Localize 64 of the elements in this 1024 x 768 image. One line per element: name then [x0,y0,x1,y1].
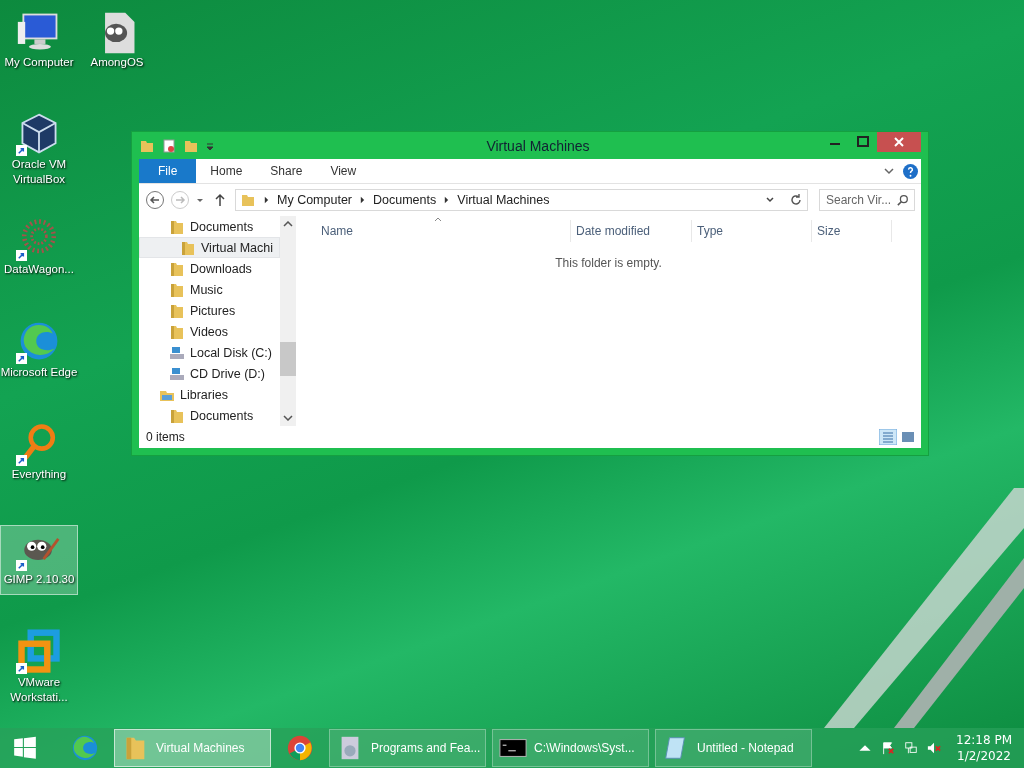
chevron-down-icon[interactable] [883,165,895,177]
folder-icon [169,302,185,319]
clock[interactable]: 12:18 PM 1/2/2022 [956,732,1012,764]
column-header[interactable]: Date modified [571,220,692,242]
time-text: 12:18 PM [956,732,1012,748]
scroll-down-icon[interactable] [283,415,293,421]
folder-icon [169,218,185,235]
dropdown-icon[interactable] [205,140,215,151]
column-header[interactable]: Name [316,220,571,242]
overlapping-squares-icon [16,629,62,675]
nav-item[interactable]: Libraries [139,384,280,405]
drive-icon [169,365,185,382]
empty-folder-message: This folder is empty. [554,256,663,270]
chevron-down-icon[interactable] [765,195,775,205]
breadcrumb-item[interactable]: Documents [373,193,437,207]
chevron-right-icon[interactable] [264,196,269,204]
item-count: 0 items [146,430,185,444]
scroll-thumb[interactable] [280,342,296,376]
chevron-right-icon[interactable] [360,196,366,204]
back-button[interactable] [145,190,165,210]
breadcrumb-item[interactable]: My Computer [277,193,353,207]
search-field[interactable]: Search Vir... [819,189,915,211]
help-icon[interactable] [903,163,918,179]
close-button[interactable] [877,132,921,152]
column-header[interactable]: Size [812,220,892,242]
nav-item[interactable]: Documents [139,216,280,237]
scroll-up-icon[interactable] [283,221,293,227]
nav-item[interactable]: Pictures [139,300,280,321]
address-bar[interactable]: My Computer Documents Virtual Machines [235,189,808,211]
column-header[interactable]: Type [692,220,812,242]
folder-icon [169,407,185,424]
search-icon[interactable] [897,194,909,206]
start-button[interactable] [12,735,38,761]
folder-icon [169,323,185,340]
folder-icon [240,192,256,208]
nav-item[interactable]: CD Drive (D:) [139,363,280,384]
nav-item[interactable]: Downloads [139,258,280,279]
folder-icon [180,239,196,256]
ribbon-tab[interactable]: File [139,159,197,183]
up-arrow-icon[interactable] [214,193,226,207]
nav-item[interactable]: Documents [139,405,280,426]
date-text: 1/2/2022 [957,748,1011,764]
flag-icon[interactable] [881,741,895,755]
folder-icon [169,281,185,298]
sort-caret-icon [434,217,442,222]
desktop-shortcut[interactable]: AmongOS [78,8,156,78]
speaker-muted-icon[interactable] [927,741,941,755]
nav-item[interactable]: Videos [139,321,280,342]
nav-item[interactable]: Virtual Machi [139,237,280,258]
refresh-icon[interactable] [789,193,803,207]
large-icons-view-button[interactable] [899,429,917,445]
desktop-shortcut[interactable]: DataWagon... [0,215,78,285]
nav-item[interactable]: Music [139,279,280,300]
nav-item[interactable]: Local Disk (C:) [139,342,280,363]
folder-icon [169,260,185,277]
desktop-shortcut[interactable]: My Computer [0,8,78,78]
chevron-right-icon[interactable] [444,196,450,204]
window-title: Virtual Machines [486,137,590,154]
breadcrumb-item[interactable]: Virtual Machines [457,193,550,207]
scrollbar[interactable] [280,216,296,426]
chrome-icon[interactable] [286,734,314,762]
drive-icon [169,344,185,361]
properties-icon[interactable] [161,137,177,154]
network-icon[interactable] [904,741,918,755]
